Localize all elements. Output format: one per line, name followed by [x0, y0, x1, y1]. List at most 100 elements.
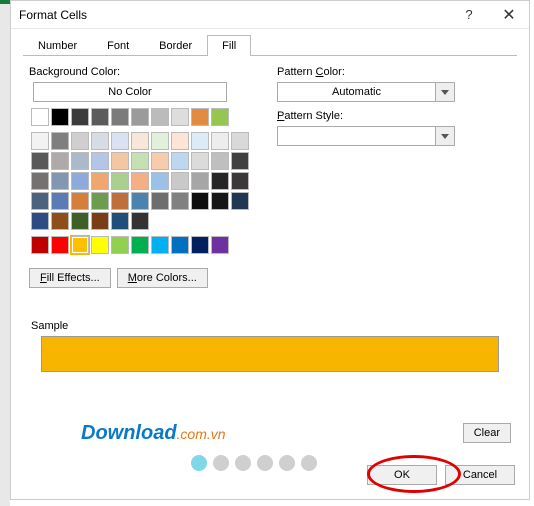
color-swatch[interactable] [191, 172, 209, 190]
color-swatch[interactable] [191, 192, 209, 210]
pattern-style-dropdown[interactable] [277, 126, 455, 146]
color-swatch[interactable] [171, 192, 189, 210]
color-swatch[interactable] [31, 212, 49, 230]
color-swatch[interactable] [131, 236, 149, 254]
tab-border[interactable]: Border [144, 35, 207, 56]
close-button[interactable]: ✕ [489, 1, 529, 29]
color-swatch[interactable] [211, 132, 229, 150]
palette-theme-shades [31, 132, 253, 230]
color-swatch[interactable] [91, 132, 109, 150]
color-swatch[interactable] [71, 212, 89, 230]
color-swatch[interactable] [151, 132, 169, 150]
color-swatch[interactable] [111, 172, 129, 190]
color-swatch[interactable] [151, 152, 169, 170]
color-swatch[interactable] [211, 192, 229, 210]
pattern-color-value: Automatic [277, 82, 435, 102]
dot-icon [213, 455, 229, 471]
color-swatch[interactable] [211, 108, 229, 126]
no-color-button[interactable]: No Color [33, 82, 227, 102]
tab-fill[interactable]: Fill [207, 35, 251, 56]
dot-icon [257, 455, 273, 471]
color-swatch[interactable] [171, 152, 189, 170]
window-title: Format Cells [19, 8, 449, 22]
color-swatch[interactable] [191, 236, 209, 254]
color-swatch[interactable] [71, 152, 89, 170]
color-swatch[interactable] [31, 132, 49, 150]
color-swatch[interactable] [171, 236, 189, 254]
color-swatch[interactable] [131, 192, 149, 210]
dot-icon [279, 455, 295, 471]
color-swatch[interactable] [71, 192, 89, 210]
color-swatch[interactable] [211, 236, 229, 254]
color-swatch[interactable] [51, 212, 69, 230]
color-swatch[interactable] [191, 108, 209, 126]
color-swatch[interactable] [191, 152, 209, 170]
color-swatch[interactable] [71, 132, 89, 150]
color-swatch[interactable] [131, 212, 149, 230]
color-swatch[interactable] [211, 152, 229, 170]
tab-font[interactable]: Font [92, 35, 144, 56]
color-swatch[interactable] [51, 108, 69, 126]
help-button[interactable]: ? [449, 1, 489, 29]
color-swatch[interactable] [151, 108, 169, 126]
color-swatch[interactable] [131, 172, 149, 190]
fill-effects-button[interactable]: Fill Effects... [29, 268, 111, 288]
pattern-color-label: Pattern Color: [277, 66, 511, 78]
dot-icon [301, 455, 317, 471]
color-swatch[interactable] [171, 132, 189, 150]
color-swatch[interactable] [111, 108, 129, 126]
ok-button[interactable]: OK [367, 465, 437, 485]
color-swatch[interactable] [71, 236, 89, 254]
color-swatch[interactable] [31, 236, 49, 254]
tab-number[interactable]: Number [23, 35, 92, 56]
dot-icon [235, 455, 251, 471]
cancel-button[interactable]: Cancel [445, 465, 515, 485]
color-swatch[interactable] [111, 132, 129, 150]
clear-button[interactable]: Clear [463, 423, 511, 443]
color-swatch[interactable] [91, 172, 109, 190]
color-swatch[interactable] [131, 108, 149, 126]
color-swatch[interactable] [151, 172, 169, 190]
color-swatch[interactable] [91, 152, 109, 170]
color-swatch[interactable] [91, 108, 109, 126]
color-swatch[interactable] [91, 236, 109, 254]
format-cells-dialog: Format Cells ? ✕ Number Font Border Fill… [10, 0, 530, 500]
color-swatch[interactable] [231, 152, 249, 170]
color-swatch[interactable] [51, 172, 69, 190]
color-swatch[interactable] [31, 152, 49, 170]
color-swatch[interactable] [51, 152, 69, 170]
color-swatch[interactable] [51, 132, 69, 150]
color-swatch[interactable] [31, 108, 49, 126]
color-swatch[interactable] [171, 172, 189, 190]
color-swatch[interactable] [131, 132, 149, 150]
color-swatch[interactable] [111, 236, 129, 254]
pattern-color-dropdown[interactable]: Automatic [277, 82, 455, 102]
color-swatch[interactable] [171, 108, 189, 126]
color-swatch[interactable] [31, 172, 49, 190]
color-swatch[interactable] [191, 132, 209, 150]
color-swatch[interactable] [71, 108, 89, 126]
color-swatch[interactable] [131, 152, 149, 170]
color-swatch[interactable] [51, 236, 69, 254]
sample-preview [41, 336, 499, 372]
color-swatch[interactable] [111, 152, 129, 170]
more-colors-button[interactable]: More Colors... [117, 268, 208, 288]
color-swatch[interactable] [91, 192, 109, 210]
color-swatch[interactable] [231, 132, 249, 150]
chevron-down-icon[interactable] [435, 82, 455, 102]
color-swatch[interactable] [211, 172, 229, 190]
color-swatch[interactable] [111, 192, 129, 210]
sample-label: Sample [31, 320, 517, 332]
color-swatch[interactable] [31, 192, 49, 210]
color-swatch[interactable] [151, 236, 169, 254]
color-swatch[interactable] [231, 192, 249, 210]
watermark-dots [191, 455, 317, 471]
color-swatch[interactable] [151, 192, 169, 210]
palette-standard [31, 236, 253, 254]
color-swatch[interactable] [91, 212, 109, 230]
color-swatch[interactable] [71, 172, 89, 190]
color-swatch[interactable] [111, 212, 129, 230]
color-swatch[interactable] [231, 172, 249, 190]
chevron-down-icon[interactable] [435, 126, 455, 146]
color-swatch[interactable] [51, 192, 69, 210]
